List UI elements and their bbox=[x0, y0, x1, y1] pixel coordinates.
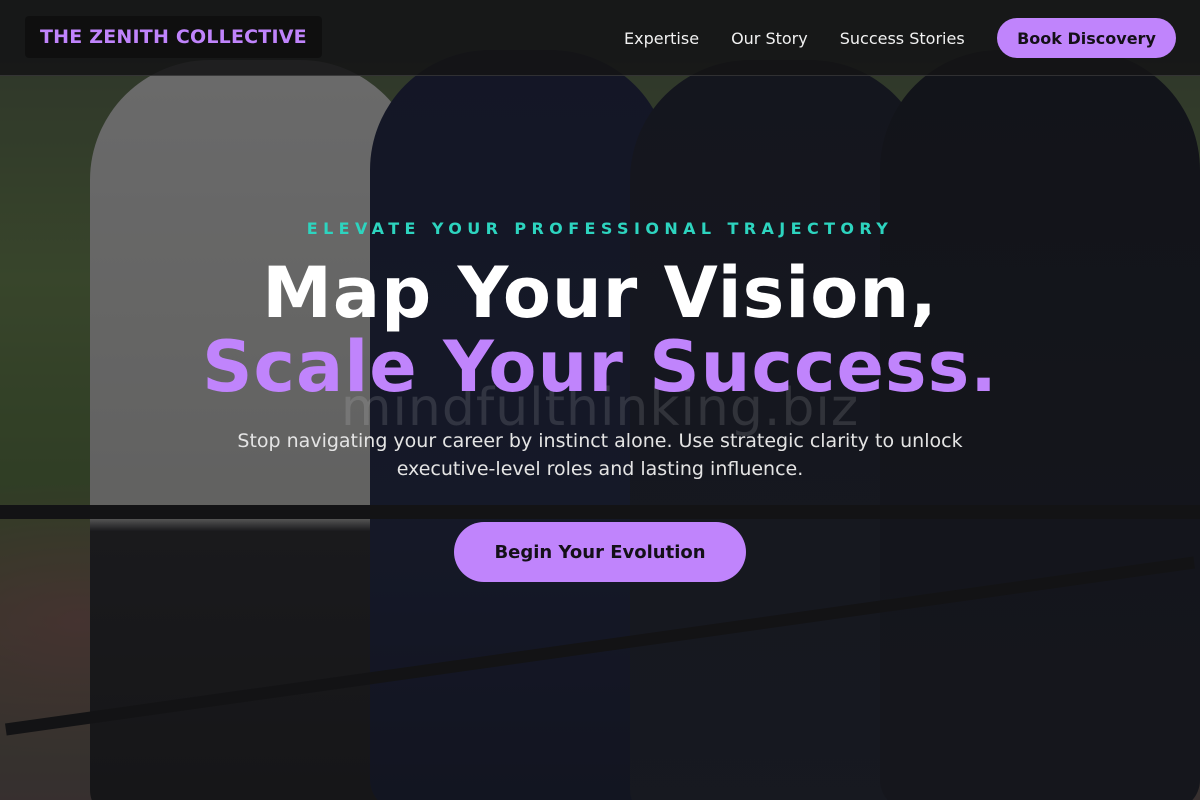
hero-subtext: Stop navigating your career by instinct … bbox=[237, 430, 963, 480]
headline-line-1: Map Your Vision, bbox=[262, 252, 938, 334]
headline-line-2: Scale Your Success. bbox=[202, 326, 998, 408]
hero-section: ELEVATE YOUR PROFESSIONAL TRAJECTORY Map… bbox=[0, 0, 1200, 800]
begin-evolution-button[interactable]: Begin Your Evolution bbox=[454, 522, 746, 582]
hero-eyebrow: ELEVATE YOUR PROFESSIONAL TRAJECTORY bbox=[306, 219, 894, 238]
hero-headline: Map Your Vision, Scale Your Success. bbox=[0, 256, 1200, 404]
